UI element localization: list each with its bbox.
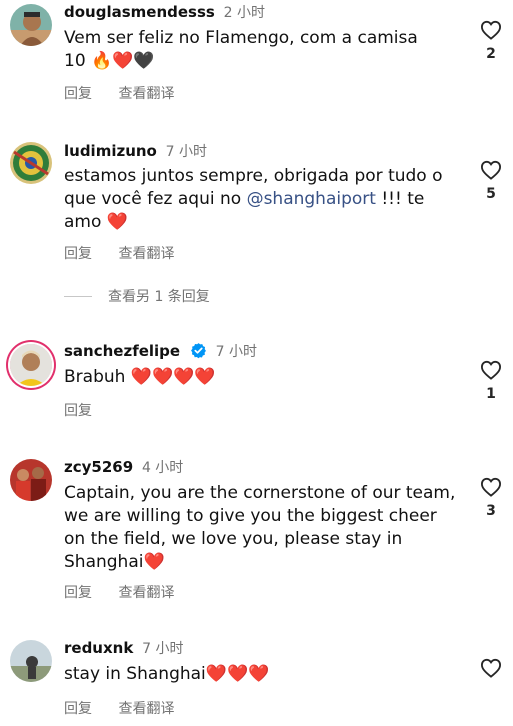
comment-5: reduxnk 7 小时 stay in Shanghai❤️❤️❤️ 回复 查…	[0, 638, 513, 726]
comment-text-content: Captain, you are the cornerstone of our …	[64, 483, 456, 572]
comment-text: estamos juntos sempre, obrigada por tudo…	[64, 165, 459, 234]
red-heart-emoji: ❤️	[106, 212, 128, 232]
username[interactable]: douglasmendesss	[64, 3, 215, 21]
see-translation-button[interactable]: 查看翻译	[118, 246, 174, 262]
comment-text: Brabuh ❤️❤️❤️❤️	[64, 366, 464, 389]
comment-text-content: Brabuh	[64, 367, 126, 387]
timestamp: 2 小时	[223, 5, 265, 21]
comment-meta: douglasmendesss 2 小时	[64, 2, 265, 23]
red-heart-emoji: ❤️	[194, 367, 216, 387]
comment-actions: 回复 查看翻译	[64, 582, 196, 602]
see-translation-button[interactable]: 查看翻译	[118, 86, 174, 102]
username[interactable]: ludimizuno	[64, 142, 157, 160]
like-section: 1	[479, 360, 503, 402]
like-count: 5	[486, 186, 496, 202]
comment-text: Captain, you are the cornerstone of our …	[64, 482, 459, 574]
comment-actions: 回复 查看翻译	[64, 243, 196, 263]
red-heart-emoji: ❤️	[248, 664, 270, 684]
view-replies-label: 查看另 1 条回复	[108, 289, 210, 305]
avatar[interactable]	[10, 459, 52, 501]
reply-button[interactable]: 回复	[64, 701, 92, 717]
reply-button[interactable]: 回复	[64, 86, 92, 102]
comment-actions: 回复 查看翻译	[64, 83, 196, 103]
red-heart-emoji: ❤️	[205, 664, 227, 684]
timestamp: 4 小时	[141, 460, 184, 476]
red-heart-emoji: ❤️	[152, 367, 174, 387]
avatar[interactable]	[10, 640, 52, 682]
comment-4: zcy5269 4 小时 Captain, you are the corner…	[0, 457, 513, 607]
reply-button[interactable]: 回复	[64, 246, 92, 262]
heart-outline-icon[interactable]	[480, 160, 502, 180]
comment-actions: 回复	[64, 400, 114, 420]
comment-text: stay in Shanghai❤️❤️❤️	[64, 663, 464, 686]
comment-text: Vem ser feliz no Flamengo, com a camisa …	[64, 27, 444, 73]
comment-3: sanchezfelipe 7 小时 Brabuh ❤️❤️❤️❤️ 回复 1	[0, 340, 513, 430]
avatar[interactable]	[10, 344, 52, 386]
red-heart-emoji: ❤️	[130, 367, 152, 387]
view-replies-button[interactable]: 查看另 1 条回复	[64, 286, 210, 306]
heart-outline-icon[interactable]	[480, 477, 502, 497]
comment-1: douglasmendesss 2 小时 Vem ser feliz no Fl…	[0, 0, 513, 110]
reply-button[interactable]: 回复	[64, 585, 92, 601]
comment-text-content: stay in Shanghai	[64, 664, 206, 684]
timestamp: 7 小时	[165, 144, 208, 160]
red-heart-emoji: ❤️	[226, 664, 249, 684]
mention-link[interactable]: @shanghaiport	[247, 189, 376, 209]
see-translation-button[interactable]: 查看翻译	[118, 701, 174, 717]
like-section: 2	[479, 20, 503, 62]
avatar[interactable]	[10, 142, 52, 184]
fire-emoji: 🔥	[91, 51, 113, 71]
red-heart-emoji: ❤️	[112, 51, 134, 71]
comment-actions: 回复 查看翻译	[64, 698, 196, 718]
comment-meta: zcy5269 4 小时	[64, 457, 183, 478]
see-translation-button[interactable]: 查看翻译	[118, 585, 174, 601]
like-count: 1	[486, 386, 496, 402]
divider-line	[64, 296, 92, 297]
timestamp: 7 小时	[142, 641, 184, 657]
comment-meta: ludimizuno 7 小时	[64, 141, 207, 162]
comment-meta: reduxnk 7 小时	[64, 638, 183, 659]
timestamp: 7 小时	[215, 344, 258, 360]
like-section: 5	[479, 160, 503, 202]
comment-meta: sanchezfelipe 7 小时	[64, 341, 257, 364]
username[interactable]: reduxnk	[64, 639, 133, 657]
avatar[interactable]	[10, 4, 52, 46]
like-section	[479, 658, 503, 678]
like-count: 3	[486, 503, 496, 519]
heart-outline-icon[interactable]	[480, 20, 502, 40]
red-heart-emoji: ❤️	[173, 367, 195, 387]
black-heart-emoji: 🖤	[133, 51, 155, 71]
heart-outline-icon[interactable]	[480, 360, 502, 380]
reply-button[interactable]: 回复	[64, 403, 92, 419]
like-count: 2	[486, 46, 496, 62]
comment-2: ludimizuno 7 小时 estamos juntos sempre, o…	[0, 140, 513, 310]
like-section: 3	[479, 477, 503, 519]
red-heart-emoji: ❤️	[143, 552, 165, 572]
verified-badge-icon	[190, 342, 207, 364]
username[interactable]: sanchezfelipe	[64, 342, 180, 360]
username[interactable]: zcy5269	[64, 458, 133, 476]
heart-outline-icon[interactable]	[480, 658, 502, 678]
